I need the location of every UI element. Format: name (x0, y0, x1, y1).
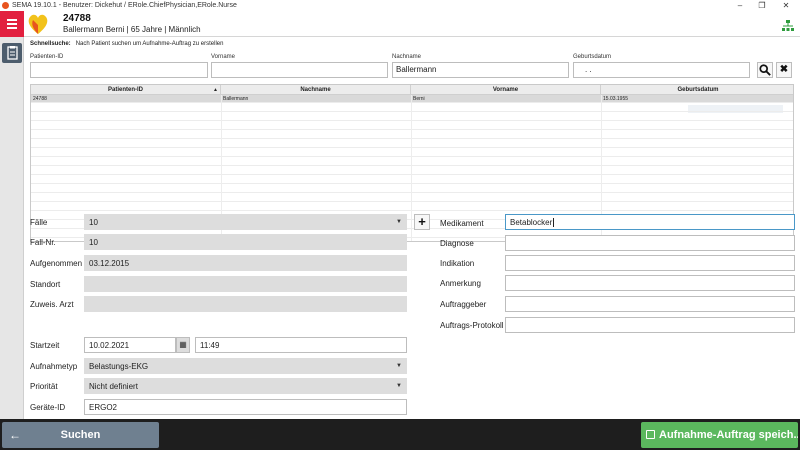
diagnose-input[interactable] (505, 235, 795, 251)
col-header-patient-id[interactable]: Patienten-ID (31, 85, 221, 95)
quick-search-row: Schnellsuche: Nach Patient suchen um Auf… (30, 41, 223, 47)
faelle-select[interactable]: 10 ▼ (84, 214, 407, 230)
zuweis-arzt-label: Zuweis. Arzt (30, 300, 74, 309)
table-row-empty (31, 113, 793, 121)
cell-lastname: Ballermann (223, 96, 249, 102)
window-title: SEMA 19.10.1 - Benutzer: Dickehut / ERol… (12, 2, 237, 9)
col-header-lastname[interactable]: Nachname (221, 85, 411, 95)
hierarchy-icon[interactable] (782, 20, 794, 32)
geraete-id-input[interactable]: ERGO2 (84, 399, 407, 415)
patient-id-label: Patienten-ID (30, 54, 64, 60)
lastname-input[interactable]: Ballermann (392, 62, 569, 78)
fallnr-label: Fall-Nr. (30, 238, 56, 247)
menu-button[interactable] (0, 11, 24, 37)
search-button[interactable] (757, 62, 773, 78)
close-icon: ✖ (779, 64, 789, 75)
calendar-button[interactable]: ▦ (176, 337, 190, 353)
back-search-button[interactable]: ← Suchen (2, 422, 159, 448)
search-icon (759, 64, 771, 76)
medikament-input[interactable]: Betablocker (505, 214, 795, 230)
table-row-empty (31, 140, 793, 148)
anmerkung-label: Anmerkung (440, 279, 481, 288)
cell-firstname: Berni (413, 96, 425, 102)
auftraggeber-input[interactable] (505, 296, 795, 312)
save-order-button[interactable]: Aufnahme-Auftrag speich... (641, 422, 798, 448)
table-row-empty (31, 122, 793, 130)
indikation-label: Indikation (440, 259, 475, 268)
heart-logo-icon (28, 14, 48, 34)
add-case-button[interactable]: + (414, 214, 430, 230)
maximize-icon[interactable]: ❐ (752, 0, 772, 11)
chevron-down-icon: ▼ (396, 219, 402, 225)
arrow-left-icon: ← (9, 428, 21, 442)
firstname-input[interactable] (211, 62, 388, 78)
clipboard-button[interactable] (2, 43, 22, 63)
column-divider (411, 95, 412, 241)
clipboard-icon (7, 46, 18, 60)
cell-birthdate: 15.03.1955 (603, 96, 629, 102)
aufnahmetyp-select[interactable]: Belastungs-EKG ▼ (84, 358, 407, 374)
aufgenommen-field: 03.12.2015 (84, 255, 407, 271)
window-titlebar: SEMA 19.10.1 - Benutzer: Dickehut / ERol… (0, 0, 800, 11)
text-cursor (553, 218, 555, 227)
table-row-empty (31, 203, 793, 211)
footer-bar: ← Suchen Aufnahme-Auftrag speich... (0, 419, 800, 450)
aufgenommen-label: Aufgenommen (30, 259, 83, 268)
table-row-empty (31, 158, 793, 166)
minimize-icon[interactable]: – (730, 0, 750, 11)
diagnose-label: Diagnose (440, 239, 474, 248)
cell-patient-id: 24788 (33, 96, 47, 102)
main-panel: Schnellsuche: Nach Patient suchen um Auf… (24, 37, 800, 419)
indikation-input[interactable] (505, 255, 795, 271)
table-row-empty (31, 167, 793, 175)
auftrags-protokoll-input[interactable] (505, 317, 795, 333)
standort-label: Standort (30, 280, 61, 289)
zuweis-arzt-field (84, 296, 407, 312)
patient-id-input[interactable] (30, 62, 208, 78)
auftrags-protokoll-label: Auftrags-Protokoll (440, 321, 504, 330)
save-icon (646, 430, 655, 439)
table-row-empty (31, 104, 793, 112)
table-row-empty (31, 149, 793, 157)
geraete-id-label: Geräte-ID (30, 403, 66, 412)
hamburger-icon (7, 19, 17, 21)
table-row-empty (31, 131, 793, 139)
standort-field (84, 276, 407, 292)
table-row-empty (31, 185, 793, 193)
table-row-empty (31, 176, 793, 184)
patient-id-heading: 24788 (63, 13, 91, 24)
aufnahmetyp-label: Aufnahmetyp (30, 362, 78, 371)
anmerkung-input[interactable] (505, 275, 795, 291)
chevron-down-icon: ▼ (396, 383, 402, 389)
table-header: Patienten-ID ▲ Nachname Vorname Geburtsd… (31, 85, 793, 95)
sort-asc-icon: ▲ (213, 87, 218, 93)
table-row[interactable]: 24788 Ballermann Berni 15.03.1955 (31, 95, 793, 103)
fallnr-field: 10 (84, 234, 407, 250)
faelle-label: Fälle (30, 218, 48, 227)
patient-info: Ballermann Berni | 65 Jahre | Männlich (63, 25, 201, 34)
calendar-icon: ▦ (179, 340, 187, 349)
birthdate-label: Geburtsdatum (573, 54, 612, 60)
firstname-label: Vorname (211, 54, 236, 60)
prioritaet-select[interactable]: Nicht definiert ▼ (84, 378, 407, 394)
patient-header: 24788 Ballermann Berni | 65 Jahre | Männ… (0, 11, 800, 37)
quick-search-label: Schnellsuche: (30, 41, 71, 47)
sidebar (0, 37, 24, 419)
startzeit-time-input[interactable]: 11:49 (195, 337, 407, 353)
auftraggeber-label: Auftraggeber (440, 300, 487, 309)
col-header-firstname[interactable]: Vorname (411, 85, 601, 95)
birthdate-input[interactable]: . . (573, 62, 750, 78)
chevron-down-icon: ▼ (396, 363, 402, 369)
app-icon (2, 2, 9, 9)
medikament-label: Medikament (440, 219, 484, 228)
quick-search-hint: Nach Patient suchen um Aufnahme-Auftrag … (75, 41, 224, 47)
prioritaet-label: Priorität (30, 382, 58, 391)
close-window-icon[interactable]: ✕ (776, 0, 796, 11)
clear-search-button[interactable]: ✖ (776, 62, 792, 78)
table-row-empty (31, 194, 793, 202)
col-header-birthdate[interactable]: Geburtsdatum (601, 85, 793, 95)
lastname-label: Nachname (392, 54, 422, 60)
startzeit-label: Startzeit (30, 341, 60, 350)
startzeit-date-input[interactable]: 10.02.2021 (84, 337, 176, 353)
